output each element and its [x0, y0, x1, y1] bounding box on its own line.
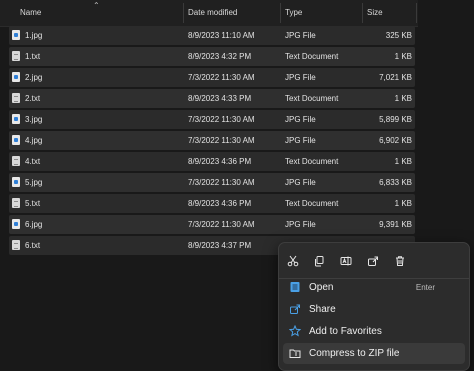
image-file-icon: [12, 30, 20, 40]
file-name: 5.jpg: [25, 178, 43, 187]
file-name: 4.txt: [25, 157, 41, 166]
file-type: Text Document: [285, 157, 339, 166]
file-date-modified: 8/9/2023 11:10 AM: [188, 31, 255, 40]
column-type-header[interactable]: Type: [285, 0, 302, 26]
file-name: 3.jpg: [25, 115, 43, 124]
file-type: JPG File: [285, 136, 316, 145]
file-name: 1.txt: [25, 52, 41, 61]
file-name: 2.jpg: [25, 73, 43, 82]
text-file-icon: [12, 51, 20, 61]
sort-ascending-icon: ⌃: [93, 1, 100, 10]
file-type: JPG File: [285, 73, 316, 82]
column-divider[interactable]: [280, 3, 281, 23]
file-name: 1.jpg: [25, 31, 43, 40]
file-size: 1 KB: [394, 157, 412, 166]
file-type: Text Document: [285, 94, 339, 103]
file-row[interactable]: 2.jpg 7/3/2022 11:30 AM JPG File 7,021 KB: [9, 68, 415, 87]
file-date-modified: 7/3/2022 11:30 AM: [188, 115, 255, 124]
share-icon: [368, 256, 378, 266]
delete-icon: [396, 256, 404, 266]
file-name: 5.txt: [25, 199, 41, 208]
file-date-modified: 8/9/2023 4:32 PM: [188, 52, 252, 61]
column-divider[interactable]: [183, 3, 184, 23]
file-size: 6,902 KB: [379, 136, 412, 145]
file-type: JPG File: [285, 115, 316, 124]
open-icon: [290, 282, 300, 292]
share-button[interactable]: [362, 250, 384, 272]
file-date-modified: 7/3/2022 11:30 AM: [188, 178, 255, 187]
column-divider[interactable]: [362, 3, 363, 23]
compress-to-zip-menu-item[interactable]: Compress to ZIP file: [283, 343, 465, 364]
file-date-modified: 7/3/2022 11:30 AM: [188, 73, 255, 82]
file-name: 6.jpg: [25, 220, 43, 229]
file-date-modified: 7/3/2022 11:30 AM: [188, 136, 255, 145]
file-size: 5,899 KB: [379, 115, 412, 124]
image-file-icon: [12, 114, 20, 124]
share-menu-item[interactable]: Share: [283, 299, 465, 320]
copy-button[interactable]: [308, 250, 330, 272]
column-date-header[interactable]: Date modified: [188, 0, 237, 26]
copy-icon: [315, 256, 324, 267]
file-size: 1 KB: [394, 199, 412, 208]
image-file-icon: [12, 177, 20, 187]
file-size: 9,391 KB: [379, 220, 412, 229]
rename-icon: [340, 256, 352, 266]
add-to-favorites-menu-item[interactable]: Add to Favorites: [283, 321, 465, 342]
share-label: Share: [309, 304, 336, 315]
text-file-icon: [12, 156, 20, 166]
image-file-icon: [12, 219, 20, 229]
file-type: JPG File: [285, 220, 316, 229]
context-menu: Open Enter Share Add to Favorites Compre…: [278, 242, 470, 371]
file-date-modified: 8/9/2023 4:36 PM: [188, 199, 252, 208]
file-type: Text Document: [285, 52, 339, 61]
rename-button[interactable]: [335, 250, 357, 272]
text-file-icon: [12, 93, 20, 103]
file-size: 1 KB: [394, 94, 412, 103]
file-row[interactable]: 6.jpg 7/3/2022 11:30 AM JPG File 9,391 KB: [9, 215, 415, 234]
file-row[interactable]: 3.jpg 7/3/2022 11:30 AM JPG File 5,899 KB: [9, 110, 415, 129]
add-to-favorites-label: Add to Favorites: [309, 326, 382, 337]
file-name: 4.jpg: [25, 136, 43, 145]
share-icon: [290, 304, 300, 314]
file-size: 325 KB: [385, 31, 412, 40]
file-row[interactable]: 1.txt 8/9/2023 4:32 PM Text Document 1 KB: [9, 47, 415, 66]
cut-icon: [287, 255, 299, 267]
star-icon: [289, 325, 301, 337]
file-name: 2.txt: [25, 94, 41, 103]
file-row[interactable]: 4.txt 8/9/2023 4:36 PM Text Document 1 KB: [9, 152, 415, 171]
file-date-modified: 7/3/2022 11:30 AM: [188, 220, 255, 229]
file-size: 6,833 KB: [379, 178, 412, 187]
file-size: 7,021 KB: [379, 73, 412, 82]
column-header: ⌃ Name Date modified Type Size: [0, 0, 418, 27]
file-row[interactable]: 4.jpg 7/3/2022 11:30 AM JPG File 6,902 KB: [9, 131, 415, 150]
file-row[interactable]: 1.jpg 8/9/2023 11:10 AM JPG File 325 KB: [9, 26, 415, 45]
column-name-header[interactable]: Name: [20, 0, 41, 26]
file-type: JPG File: [285, 31, 316, 40]
text-file-icon: [12, 240, 20, 250]
image-file-icon: [12, 135, 20, 145]
open-menu-item[interactable]: Open Enter: [283, 277, 465, 298]
delete-button[interactable]: [389, 250, 411, 272]
compress-to-zip-label: Compress to ZIP file: [309, 348, 400, 359]
file-row[interactable]: 5.jpg 7/3/2022 11:30 AM JPG File 6,833 KB: [9, 173, 415, 192]
file-type: Text Document: [285, 199, 339, 208]
file-row[interactable]: 2.txt 8/9/2023 4:33 PM Text Document 1 KB: [9, 89, 415, 108]
text-file-icon: [12, 198, 20, 208]
open-shortcut: Enter: [415, 283, 435, 292]
file-size: 1 KB: [394, 52, 412, 61]
cut-button[interactable]: [282, 250, 304, 272]
column-size-header[interactable]: Size: [367, 0, 383, 26]
open-label: Open: [309, 282, 334, 293]
file-row[interactable]: 5.txt 8/9/2023 4:36 PM Text Document 1 KB: [9, 194, 415, 213]
file-date-modified: 8/9/2023 4:36 PM: [188, 157, 252, 166]
file-date-modified: 8/9/2023 4:37 PM: [188, 241, 252, 250]
zip-folder-icon: [289, 349, 301, 358]
column-divider[interactable]: [416, 3, 417, 23]
file-name: 6.txt: [25, 241, 41, 250]
file-type: JPG File: [285, 178, 316, 187]
file-date-modified: 8/9/2023 4:33 PM: [188, 94, 252, 103]
image-file-icon: [12, 72, 20, 82]
